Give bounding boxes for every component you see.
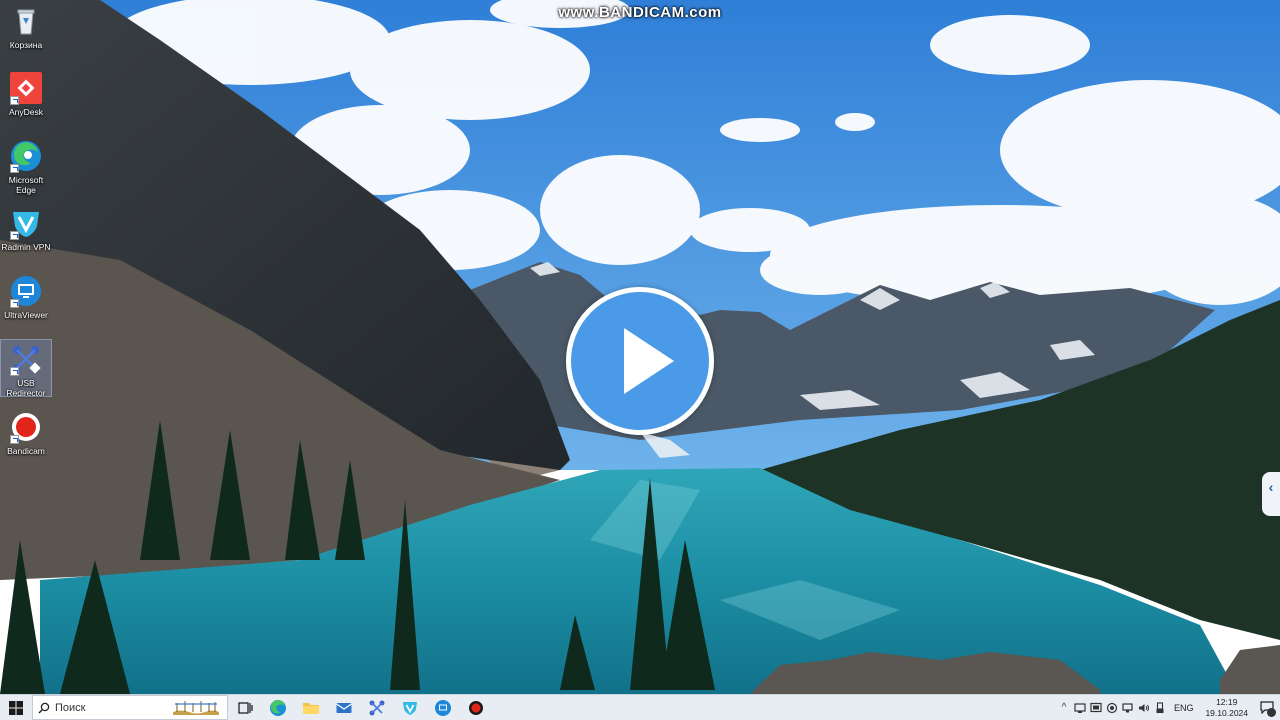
edge-icon: [9, 139, 43, 173]
taskbar-mail-button[interactable]: [327, 695, 360, 720]
tray-app-icon[interactable]: [1104, 695, 1120, 720]
desktop-icon-label: Radmin VPN: [1, 242, 51, 252]
radmin-vpn-icon: [402, 701, 417, 715]
search-icon: [33, 702, 55, 714]
tray-app-icon[interactable]: [1072, 695, 1088, 720]
usb-redirector-icon: [9, 342, 43, 376]
play-icon: [624, 328, 674, 394]
shortcut-arrow-icon: [10, 231, 19, 240]
shortcut-arrow-icon: [10, 299, 19, 308]
edge-icon: [269, 699, 286, 716]
desktop-icon-edge[interactable]: Microsoft Edge: [1, 137, 51, 195]
language-indicator[interactable]: ENG: [1168, 703, 1200, 713]
shortcut-arrow-icon: [10, 164, 19, 173]
desktop-icon-label: UltraViewer: [4, 310, 48, 320]
tray-app-icon[interactable]: [1088, 695, 1104, 720]
desktop-icon-label: AnyDesk: [8, 107, 43, 117]
recycle-bin-icon: [9, 4, 43, 38]
shortcut-arrow-icon: [10, 367, 19, 376]
system-tray: ^ ENG 12:19 19.10.2024: [1056, 695, 1280, 720]
task-view-button[interactable]: [228, 695, 261, 720]
desktop-icon-radmin-vpn[interactable]: Radmin VPN: [1, 204, 51, 252]
taskbar-bandicam-button[interactable]: [459, 695, 492, 720]
tray-network-icon[interactable]: [1120, 695, 1136, 720]
desktop-icon-recycle-bin[interactable]: Корзина: [1, 2, 51, 50]
search-highlight-illustration-icon: [173, 701, 219, 715]
ultraviewer-icon: [434, 699, 451, 716]
desktop-icon-label: USB Redirector: [6, 378, 46, 398]
taskbar-ultraviewer-button[interactable]: [426, 695, 459, 720]
desktop-icon-bandicam[interactable]: Bandicam: [1, 408, 51, 456]
ultraviewer-icon: [9, 274, 43, 308]
bandicam-icon: [9, 410, 43, 444]
shortcut-arrow-icon: [10, 96, 19, 105]
network-icon: [1122, 702, 1133, 712]
side-panel-chevron-left-icon[interactable]: ‹: [1262, 472, 1280, 516]
tray-record-icon: [1106, 702, 1118, 713]
desktop-icon-anydesk[interactable]: AnyDesk: [1, 69, 51, 117]
taskbar: ^ ENG 12:19 19.10.2024: [0, 694, 1280, 720]
speaker-icon: [1138, 703, 1149, 712]
clock-date: 19.10.2024: [1205, 707, 1248, 718]
desktop-icon-label: Microsoft Edge: [8, 175, 44, 195]
taskbar-usb-redirector-button[interactable]: [360, 695, 393, 720]
tray-overflow-chevron-up-icon[interactable]: ^: [1056, 695, 1072, 720]
clock-time: 12:19: [1216, 696, 1238, 707]
taskbar-radmin-vpn-button[interactable]: [393, 695, 426, 720]
notification-center-button[interactable]: [1254, 695, 1280, 720]
radmin-vpn-icon: [9, 206, 43, 240]
desktop-icon-usb-redirector[interactable]: USB Redirector: [0, 339, 52, 398]
bandicam-watermark: www.BANDICAM.com: [558, 4, 722, 21]
bandicam-icon: [468, 700, 483, 715]
search-input[interactable]: [55, 701, 165, 714]
usb-redirector-icon: [369, 700, 384, 715]
start-button[interactable]: [0, 695, 32, 720]
shortcut-arrow-icon: [10, 435, 19, 444]
desktop-icon-label: Bandicam: [7, 446, 45, 456]
taskbar-search[interactable]: [32, 695, 228, 720]
tray-volume-icon[interactable]: [1136, 695, 1152, 720]
taskbar-clock[interactable]: 12:19 19.10.2024: [1199, 697, 1254, 719]
file-explorer-icon: [302, 702, 319, 714]
windows-logo-icon: [9, 700, 23, 715]
desktop-icon-ultraviewer[interactable]: UltraViewer: [1, 272, 51, 320]
tray-monitor-icon: [1074, 702, 1086, 713]
task-view-icon: [237, 701, 253, 714]
tray-screen-icon: [1090, 702, 1102, 712]
mail-icon: [335, 702, 352, 713]
tray-usb-icon[interactable]: [1152, 695, 1168, 720]
video-play-button[interactable]: [566, 287, 714, 435]
taskbar-file-explorer-button[interactable]: [294, 695, 327, 720]
notification-count-badge-icon: [1267, 708, 1276, 717]
taskbar-edge-button[interactable]: [261, 695, 294, 720]
usb-device-icon: [1156, 701, 1164, 713]
desktop-icon-label: Корзина: [9, 40, 43, 50]
anydesk-icon: [9, 71, 43, 105]
